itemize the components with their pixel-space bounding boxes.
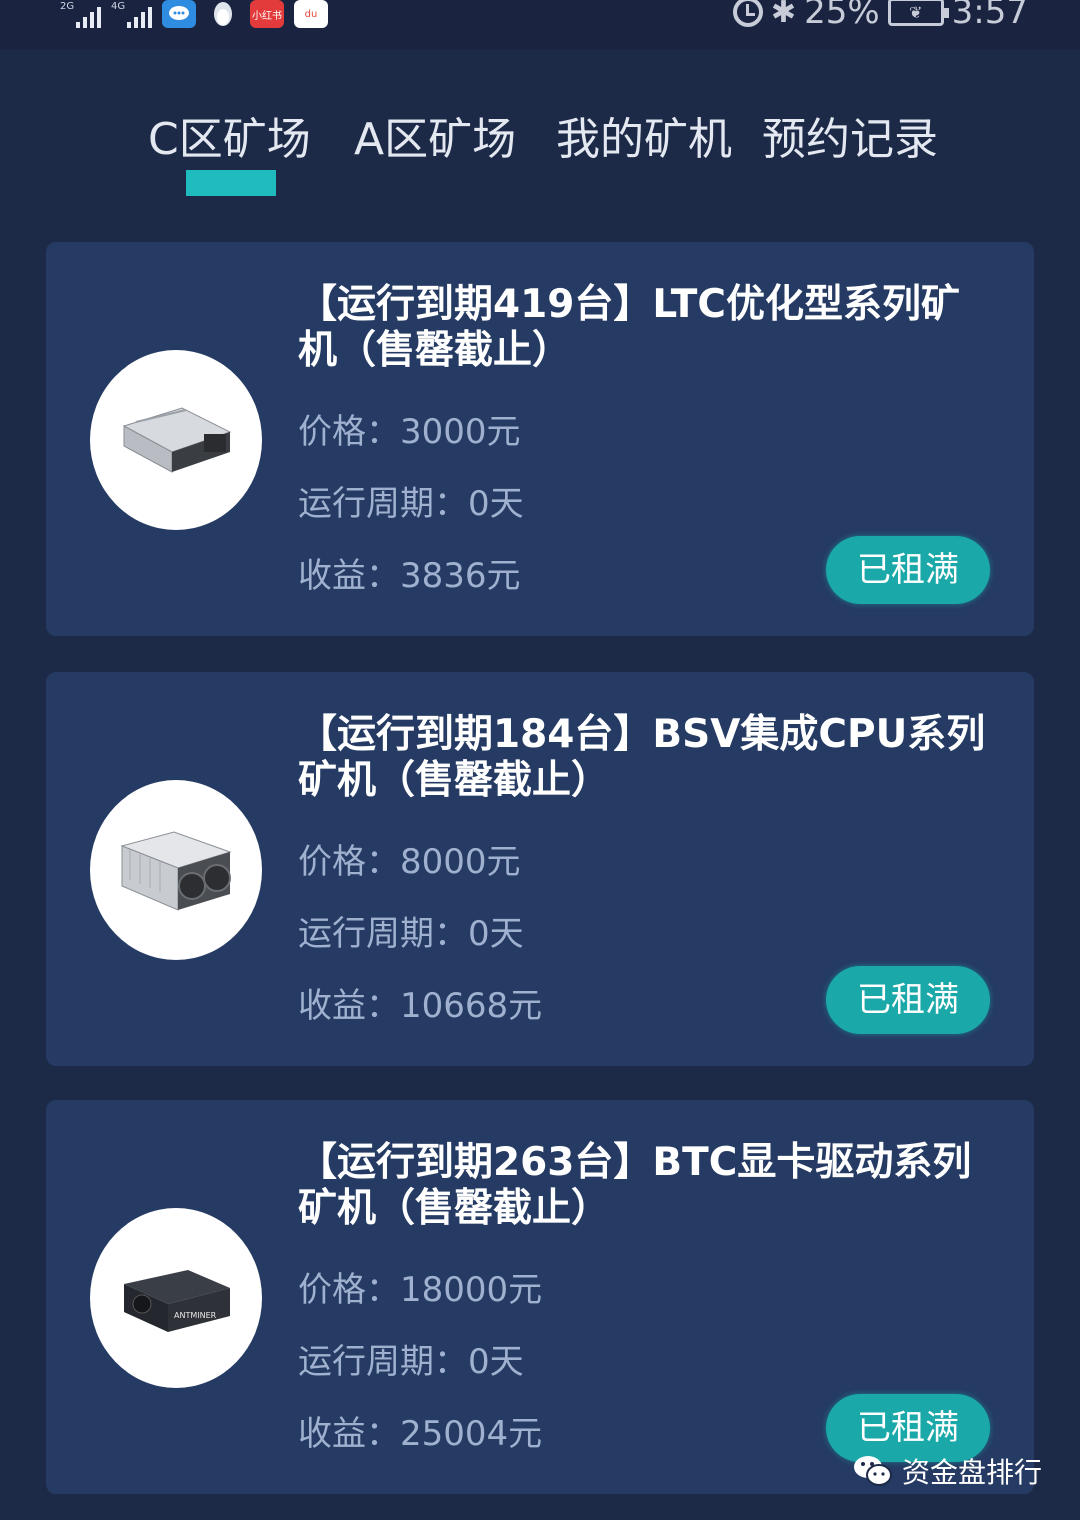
cycle-row: 运行周期：0天	[298, 476, 524, 525]
income-label: 收益：	[298, 1414, 400, 1454]
tab-a-zone-mine[interactable]: A区矿场	[354, 110, 516, 170]
du-app-label: du	[304, 8, 318, 20]
income-value: 3836元	[400, 556, 521, 596]
battery-icon: ❦	[887, 0, 949, 26]
price-label: 价格：	[298, 412, 400, 452]
status-bar: 2G 4G 小红书 du ✱ 25% ❦ 3:57	[0, 0, 1080, 50]
cycle-value: 0天	[468, 484, 524, 524]
miner-silver-icon	[90, 350, 262, 530]
bluetooth-icon: ✱	[770, 0, 797, 30]
network-type-label: 2G	[60, 1, 75, 12]
miner-card[interactable]: ANTMINER 【运行到期263台】BTC显卡驱动系列矿机（售罄截止） 价格：…	[46, 1100, 1034, 1494]
cycle-row: 运行周期：0天	[298, 906, 524, 955]
miner-card[interactable]: 【运行到期184台】BSV集成CPU系列矿机（售罄截止） 价格：8000元 运行…	[46, 672, 1034, 1066]
status-left: 2G 4G 小红书 du	[60, 0, 328, 28]
price-value: 18000元	[400, 1270, 543, 1310]
price-row: 价格：3000元	[298, 404, 521, 453]
miner-card[interactable]: 【运行到期419台】LTC优化型系列矿机（售罄截止） 价格：3000元 运行周期…	[46, 242, 1034, 636]
income-value: 10668元	[400, 986, 543, 1026]
network-type-label-2: 4G	[111, 1, 126, 12]
price-row: 价格：8000元	[298, 834, 521, 883]
status-right: ✱ 25% ❦ 3:57	[732, 0, 1028, 34]
cycle-row: 运行周期：0天	[298, 1334, 524, 1383]
active-tab-indicator	[186, 170, 276, 196]
cycle-label: 运行周期：	[298, 484, 468, 524]
income-label: 收益：	[298, 556, 400, 596]
chat-app-icon	[162, 0, 196, 28]
signal-strength-icon: 2G	[60, 1, 101, 28]
watermark: 资金盘排行	[852, 1448, 1042, 1494]
miner-title: 【运行到期263台】BTC显卡驱动系列矿机（售罄截止）	[298, 1140, 972, 1231]
du-app-icon: du	[294, 0, 328, 28]
tab-my-miners[interactable]: 我的矿机	[556, 110, 732, 170]
miner-dual-fan-icon	[90, 780, 262, 960]
income-row: 收益：3836元	[298, 548, 521, 597]
cycle-label: 运行周期：	[298, 914, 468, 954]
alarm-icon	[732, 0, 763, 27]
price-label: 价格：	[298, 1270, 400, 1310]
battery-leaf-icon: ❦	[908, 2, 923, 22]
price-value: 8000元	[400, 842, 521, 882]
miner-title: 【运行到期419台】LTC优化型系列矿机（售罄截止）	[298, 282, 961, 373]
price-label: 价格：	[298, 842, 400, 882]
antminer-logo-text: ANTMINER	[174, 1311, 217, 1320]
income-label: 收益：	[298, 986, 400, 1026]
tab-bar: C区矿场 A区矿场 我的矿机 预约记录	[0, 110, 1080, 170]
signal-strength-icon-2: 4G	[111, 1, 152, 28]
tab-booking-records[interactable]: 预约记录	[762, 110, 938, 170]
fully-rented-button[interactable]: 已租满	[826, 536, 990, 604]
income-value: 25004元	[400, 1414, 543, 1454]
price-row: 价格：18000元	[298, 1262, 542, 1311]
penguin-app-icon	[206, 0, 240, 28]
xiaohongshu-app-label: 小红书	[252, 10, 282, 22]
tab-c-zone-mine[interactable]: C区矿场	[148, 110, 311, 170]
price-value: 3000元	[400, 412, 521, 452]
cycle-label: 运行周期：	[298, 1342, 468, 1382]
wechat-icon	[852, 1453, 894, 1489]
cycle-value: 0天	[468, 914, 524, 954]
xiaohongshu-app-icon: 小红书	[250, 0, 284, 28]
miner-title: 【运行到期184台】BSV集成CPU系列矿机（售罄截止）	[298, 712, 986, 803]
income-row: 收益：10668元	[298, 978, 542, 1027]
watermark-text: 资金盘排行	[902, 1456, 1043, 1489]
antminer-icon: ANTMINER	[90, 1208, 262, 1388]
battery-percent: 25%	[804, 0, 880, 32]
income-row: 收益：25004元	[298, 1406, 542, 1455]
fully-rented-button[interactable]: 已租满	[826, 966, 990, 1034]
clock-time: 3:57	[951, 0, 1028, 32]
cycle-value: 0天	[468, 1342, 524, 1382]
